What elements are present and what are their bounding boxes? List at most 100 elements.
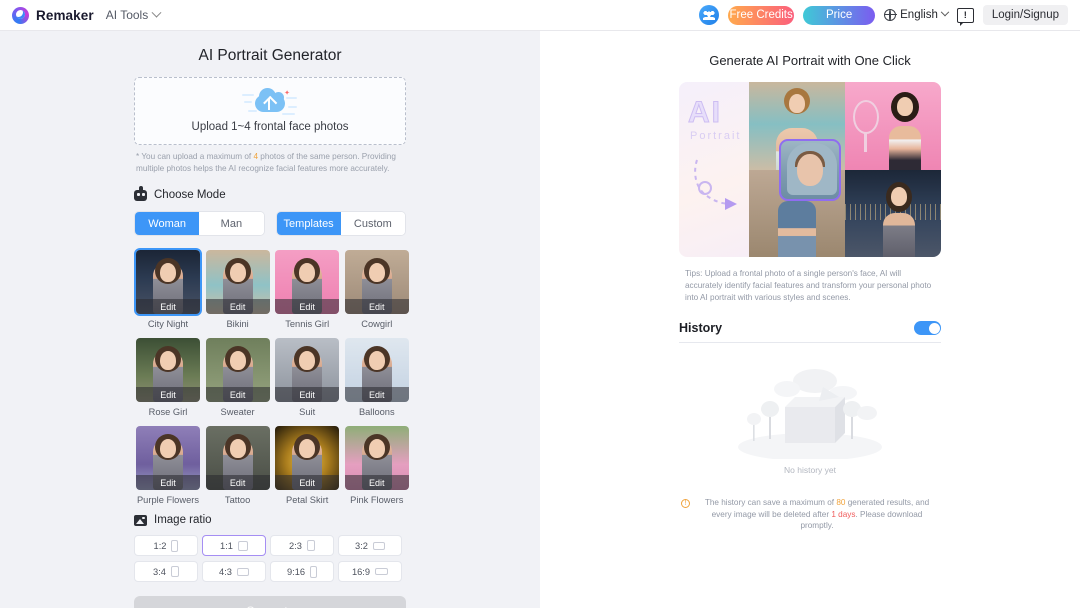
- source-option-custom[interactable]: Custom: [341, 212, 405, 235]
- header-actions: Free Credits Price English ! Login/Signu…: [699, 5, 1068, 25]
- template-edit-button[interactable]: Edit: [136, 299, 200, 314]
- ratio-label: 16:9: [352, 567, 370, 577]
- upload-label: Upload 1~4 frontal face photos: [192, 121, 349, 133]
- login-signup-button[interactable]: Login/Signup: [983, 5, 1068, 25]
- ratio-option[interactable]: 16:9: [338, 561, 402, 582]
- history-header: History: [679, 321, 941, 343]
- template-label: Pink Flowers: [343, 495, 411, 505]
- brand-name: Remaker: [36, 8, 94, 23]
- template-card[interactable]: EditSweater: [204, 336, 272, 424]
- template-card[interactable]: Edit Suit: [273, 336, 341, 424]
- ratio-label: 4:3: [219, 567, 232, 577]
- source-segmented-control: Templates Custom: [276, 211, 407, 236]
- ratio-option[interactable]: 2:3: [270, 535, 334, 556]
- gender-option-man[interactable]: Man: [199, 212, 263, 235]
- gender-option-woman[interactable]: Woman: [135, 212, 199, 235]
- cloud-upload-icon: ✦: [242, 89, 298, 119]
- template-edit-button[interactable]: Edit: [275, 475, 339, 490]
- ratio-shape-preview: [171, 566, 179, 577]
- template-card[interactable]: EditCity Night: [134, 248, 202, 336]
- template-thumbnail[interactable]: Edit: [134, 424, 202, 492]
- template-edit-button[interactable]: Edit: [275, 387, 339, 402]
- brand[interactable]: Remaker: [12, 7, 94, 24]
- template-thumbnail[interactable]: Edit: [273, 424, 341, 492]
- ratio-shape-preview: [310, 566, 317, 578]
- left-panel: AI Portrait Generator ✦ Upload 1~4 front…: [0, 31, 540, 608]
- ratio-option[interactable]: 4:3: [202, 561, 266, 582]
- template-card[interactable]: EditPurple Flowers: [134, 424, 202, 512]
- template-edit-button[interactable]: Edit: [345, 387, 409, 402]
- ratio-shape-preview: [375, 568, 388, 575]
- nav-ai-tools[interactable]: AI Tools: [106, 8, 160, 22]
- choose-mode-heading: Choose Mode: [134, 189, 406, 201]
- template-edit-button[interactable]: Edit: [206, 299, 270, 314]
- template-thumbnail[interactable]: Edit: [273, 336, 341, 404]
- history-empty-state: No history yet: [679, 363, 941, 475]
- source-option-templates[interactable]: Templates: [277, 212, 341, 235]
- free-credits-button[interactable]: Free Credits: [728, 6, 794, 25]
- page-title: AI Portrait Generator: [134, 41, 406, 77]
- language-selector[interactable]: English: [884, 9, 948, 21]
- notice-pre: The history can save a maximum of: [705, 498, 837, 507]
- history-notice-text: The history can save a maximum of 80 gen…: [695, 497, 939, 532]
- template-edit-button[interactable]: Edit: [136, 387, 200, 402]
- ratio-option[interactable]: 9:16: [270, 561, 334, 582]
- template-label: Balloons: [343, 407, 411, 417]
- template-thumbnail[interactable]: Edit: [204, 248, 272, 316]
- app-header: Remaker AI Tools Free Credits Price Engl…: [0, 0, 1080, 31]
- ratio-option[interactable]: 1:2: [134, 535, 198, 556]
- template-card[interactable]: EditTennis Girl: [273, 248, 341, 336]
- ratio-option[interactable]: 3:4: [134, 561, 198, 582]
- upload-note-pre: * You can upload a maximum of: [136, 152, 253, 161]
- upload-dropzone[interactable]: ✦ Upload 1~4 frontal face photos: [134, 77, 406, 145]
- template-thumbnail[interactable]: Edit: [343, 248, 411, 316]
- template-card[interactable]: Edit Cowgirl: [343, 248, 411, 336]
- template-edit-button[interactable]: Edit: [206, 475, 270, 490]
- template-label: Suit: [273, 407, 341, 417]
- template-card[interactable]: Edit Balloons: [343, 336, 411, 424]
- template-thumbnail[interactable]: Edit: [134, 336, 202, 404]
- template-card[interactable]: EditTattoo: [204, 424, 272, 512]
- template-card[interactable]: Edit Pink Flowers: [343, 424, 411, 512]
- template-thumbnail[interactable]: Edit: [273, 248, 341, 316]
- ratio-shape-preview: [307, 540, 315, 551]
- image-ratio-label: Image ratio: [154, 514, 212, 526]
- template-card[interactable]: EditBikini: [204, 248, 272, 336]
- history-title: History: [679, 321, 722, 335]
- ratio-shape-preview: [373, 542, 385, 550]
- template-card[interactable]: Edit Rose Girl: [134, 336, 202, 424]
- template-edit-button[interactable]: Edit: [275, 299, 339, 314]
- template-thumbnail[interactable]: Edit: [343, 424, 411, 492]
- template-label: Petal Skirt: [273, 495, 341, 505]
- template-edit-button[interactable]: Edit: [136, 475, 200, 490]
- chevron-down-icon: [152, 7, 162, 17]
- ratio-label: 1:1: [220, 541, 233, 551]
- ratio-label: 1:2: [154, 541, 167, 551]
- ratio-option[interactable]: 3:2: [338, 535, 402, 556]
- template-card[interactable]: Edit Petal Skirt: [273, 424, 341, 512]
- upload-note: * You can upload a maximum of 4 photos o…: [134, 151, 406, 175]
- feedback-icon[interactable]: !: [957, 8, 974, 23]
- template-label: Cowgirl: [343, 319, 411, 329]
- history-toggle[interactable]: [914, 321, 941, 335]
- template-thumbnail[interactable]: Edit: [204, 424, 272, 492]
- image-ratio-options: 1:2 1:1 2:3 3:2 3:4 4:3 9:16 16:9: [134, 535, 406, 582]
- template-edit-button[interactable]: Edit: [345, 299, 409, 314]
- template-edit-button[interactable]: Edit: [345, 475, 409, 490]
- template-thumbnail[interactable]: Edit: [343, 336, 411, 404]
- template-thumbnail[interactable]: Edit: [134, 248, 202, 316]
- ratio-option[interactable]: 1:1: [202, 535, 266, 556]
- right-panel: Generate AI Portrait with One Click AI P…: [540, 31, 1080, 608]
- template-thumbnail[interactable]: Edit: [204, 336, 272, 404]
- generate-button[interactable]: Generate: [134, 596, 406, 608]
- users-group-icon[interactable]: [699, 5, 719, 25]
- gender-segmented-control: Woman Man: [134, 211, 265, 236]
- image-icon: [134, 515, 147, 526]
- template-edit-button[interactable]: Edit: [206, 387, 270, 402]
- ratio-label: 2:3: [289, 541, 302, 551]
- price-button[interactable]: Price: [803, 6, 875, 25]
- promo-ai-text: AI: [688, 96, 722, 130]
- hooded-portrait-thumbnail: [779, 139, 841, 201]
- template-label: Rose Girl: [134, 407, 202, 417]
- empty-box-illustration: [715, 363, 905, 459]
